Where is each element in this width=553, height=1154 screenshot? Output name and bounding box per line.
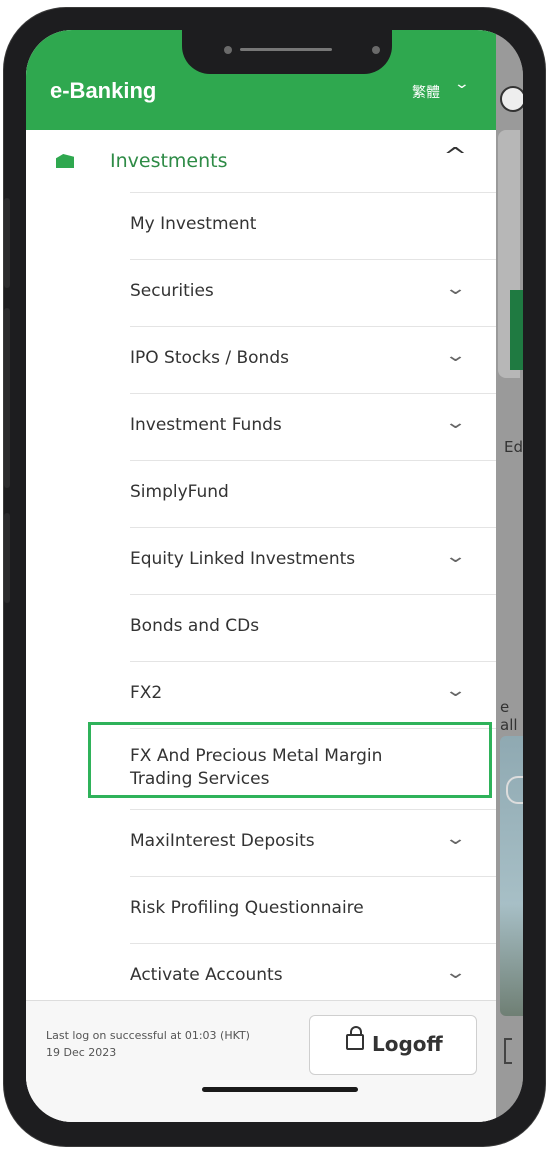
menu-item-label: Investment Funds: [130, 415, 282, 435]
menu-item-fx2[interactable]: FX2 ⌄: [130, 661, 496, 728]
menu-item-risk-profiling-questionnaire[interactable]: Risk Profiling Questionnaire: [130, 876, 496, 943]
background-edit-link: Edit: [504, 438, 523, 456]
chevron-down-icon[interactable]: ⌄: [444, 828, 467, 849]
chevron-down-icon[interactable]: ⌄: [444, 278, 467, 299]
home-indicator[interactable]: [202, 1087, 358, 1092]
logoff-button[interactable]: Logoff: [309, 1015, 477, 1075]
menu-item-label: My Investment: [130, 214, 257, 234]
background-bar: [510, 290, 523, 370]
phone-frame: Edit e all e-Banking 繁體 ⌄ Investments ^ …: [4, 8, 545, 1146]
speaker: [240, 48, 332, 51]
menu-item-my-investment[interactable]: My Investment: [130, 192, 496, 259]
chevron-down-icon[interactable]: ⌄: [444, 546, 467, 567]
volume-button: [4, 198, 10, 288]
language-toggle[interactable]: 繁體: [412, 82, 440, 102]
app-title: e-Banking: [50, 78, 157, 103]
menu-item-label: IPO Stocks / Bonds: [130, 348, 289, 368]
chevron-down-icon[interactable]: ⌄: [444, 345, 467, 366]
chevron-down-icon[interactable]: ⌄: [444, 412, 467, 433]
last-log-text: Last log on successful at 01:03 (HKT) 19…: [46, 1029, 250, 1059]
background-icon: [504, 1038, 512, 1064]
investments-icon: [56, 154, 74, 168]
qr-icon[interactable]: [500, 86, 523, 112]
menu-item-label: MaxiInterest Deposits: [130, 831, 315, 851]
menu-item-equity-linked-investments[interactable]: Equity Linked Investments ⌄: [130, 527, 496, 594]
menu-item-label: SimplyFund: [130, 482, 229, 502]
menu-item-label: Risk Profiling Questionnaire: [130, 898, 364, 918]
volume-button: [4, 308, 10, 488]
camera-icon: [224, 46, 232, 54]
menu-item-label: Activate Accounts: [130, 965, 283, 985]
chevron-down-icon[interactable]: ⌄: [444, 680, 467, 701]
menu-item-fx-precious-metal-margin[interactable]: FX And Precious Metal Margin Trading Ser…: [130, 728, 496, 809]
chevron-up-icon[interactable]: ^: [443, 144, 467, 169]
menu-item-label: Securities: [130, 281, 214, 301]
menu-item-securities[interactable]: Securities ⌄: [130, 259, 496, 326]
sensor-icon: [372, 46, 380, 54]
menu-item-maxiinterest-deposits[interactable]: MaxiInterest Deposits ⌄: [130, 809, 496, 876]
chevron-down-icon[interactable]: ⌄: [454, 76, 470, 92]
background-see-all-link: e all: [500, 698, 518, 734]
section-label: Investments: [110, 150, 228, 172]
menu-item-label: FX2: [130, 683, 163, 703]
investments-menu: My Investment Securities ⌄ IPO Stocks / …: [130, 192, 496, 1010]
menu-item-bonds-and-cds[interactable]: Bonds and CDs: [130, 594, 496, 661]
chevron-down-icon[interactable]: ⌄: [444, 962, 467, 983]
menu-item-simplyfund[interactable]: SimplyFund: [130, 460, 496, 527]
screen: Edit e all e-Banking 繁體 ⌄ Investments ^ …: [26, 30, 523, 1122]
logoff-label: Logoff: [372, 1032, 443, 1056]
menu-item-label: FX And Precious Metal Margin Trading Ser…: [130, 746, 383, 789]
background-button: [506, 776, 523, 804]
lock-icon: [346, 1026, 364, 1050]
menu-item-ipo-stocks-bonds[interactable]: IPO Stocks / Bonds ⌄: [130, 326, 496, 393]
menu-item-investment-funds[interactable]: Investment Funds ⌄: [130, 393, 496, 460]
drawer-footer: Last log on successful at 01:03 (HKT) 19…: [26, 1000, 496, 1122]
menu-item-label: Bonds and CDs: [130, 616, 260, 636]
nav-drawer: e-Banking 繁體 ⌄ Investments ^ My Investme…: [26, 30, 496, 1122]
menu-item-label: Equity Linked Investments: [130, 549, 356, 569]
side-button: [4, 513, 10, 603]
notch: [182, 30, 392, 74]
section-investments[interactable]: Investments ^: [26, 130, 496, 192]
